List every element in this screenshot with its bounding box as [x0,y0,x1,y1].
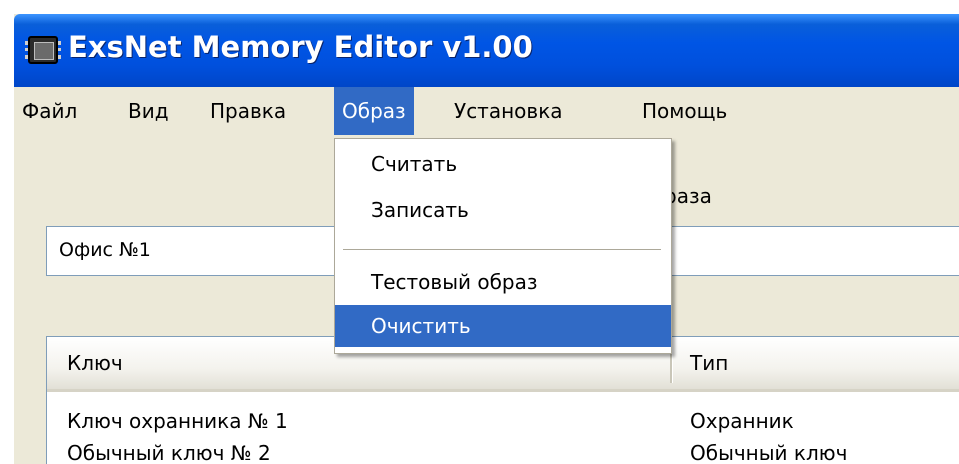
column-header-key[interactable]: Ключ [67,351,123,375]
title-bar[interactable]: ExsNet Memory Editor v1.00 [14,14,959,87]
row-type-cell: Обычный ключ [690,441,848,464]
menu-file[interactable]: Файл [14,87,85,135]
column-header-type[interactable]: Тип [690,351,728,375]
menuitem-write-label: Записать [371,198,469,222]
row-type-cell: Охранник [690,409,794,433]
menuitem-read[interactable]: Считать [335,143,671,185]
menu-edit[interactable]: Правка [202,87,294,135]
chip-icon [25,36,61,64]
image-name-value: Офис №1 [59,239,151,261]
menuitem-test-image[interactable]: Тестовый образ [335,261,671,303]
row-key-cell: Обычный ключ № 2 [67,441,271,464]
row-key-cell: Ключ охранника № 1 [67,409,288,433]
menu-setup[interactable]: Установка [446,87,571,135]
menuitem-clear-label: Очистить [371,314,471,338]
window-title: ExsNet Memory Editor v1.00 [68,30,533,64]
menuitem-read-label: Считать [371,152,458,176]
app-window: ExsNet Memory Editor v1.00 Файл Вид Прав… [14,14,959,464]
menu-bar: Файл Вид Правка Образ Установка Помощь [14,87,959,135]
menu-separator [343,249,661,251]
keys-list[interactable]: Ключ Тип Ключ охранника № 1 Охранник Обы… [46,336,959,464]
image-dropdown-menu: Считать Записать Тестовый образ Очистить [334,138,672,354]
menu-view[interactable]: Вид [120,87,177,135]
menuitem-write[interactable]: Записать [335,189,671,231]
menuitem-test-image-label: Тестовый образ [371,270,538,294]
menu-help[interactable]: Помощь [634,87,735,135]
menu-image[interactable]: Образ [334,87,414,135]
menuitem-clear[interactable]: Очистить [335,305,671,347]
